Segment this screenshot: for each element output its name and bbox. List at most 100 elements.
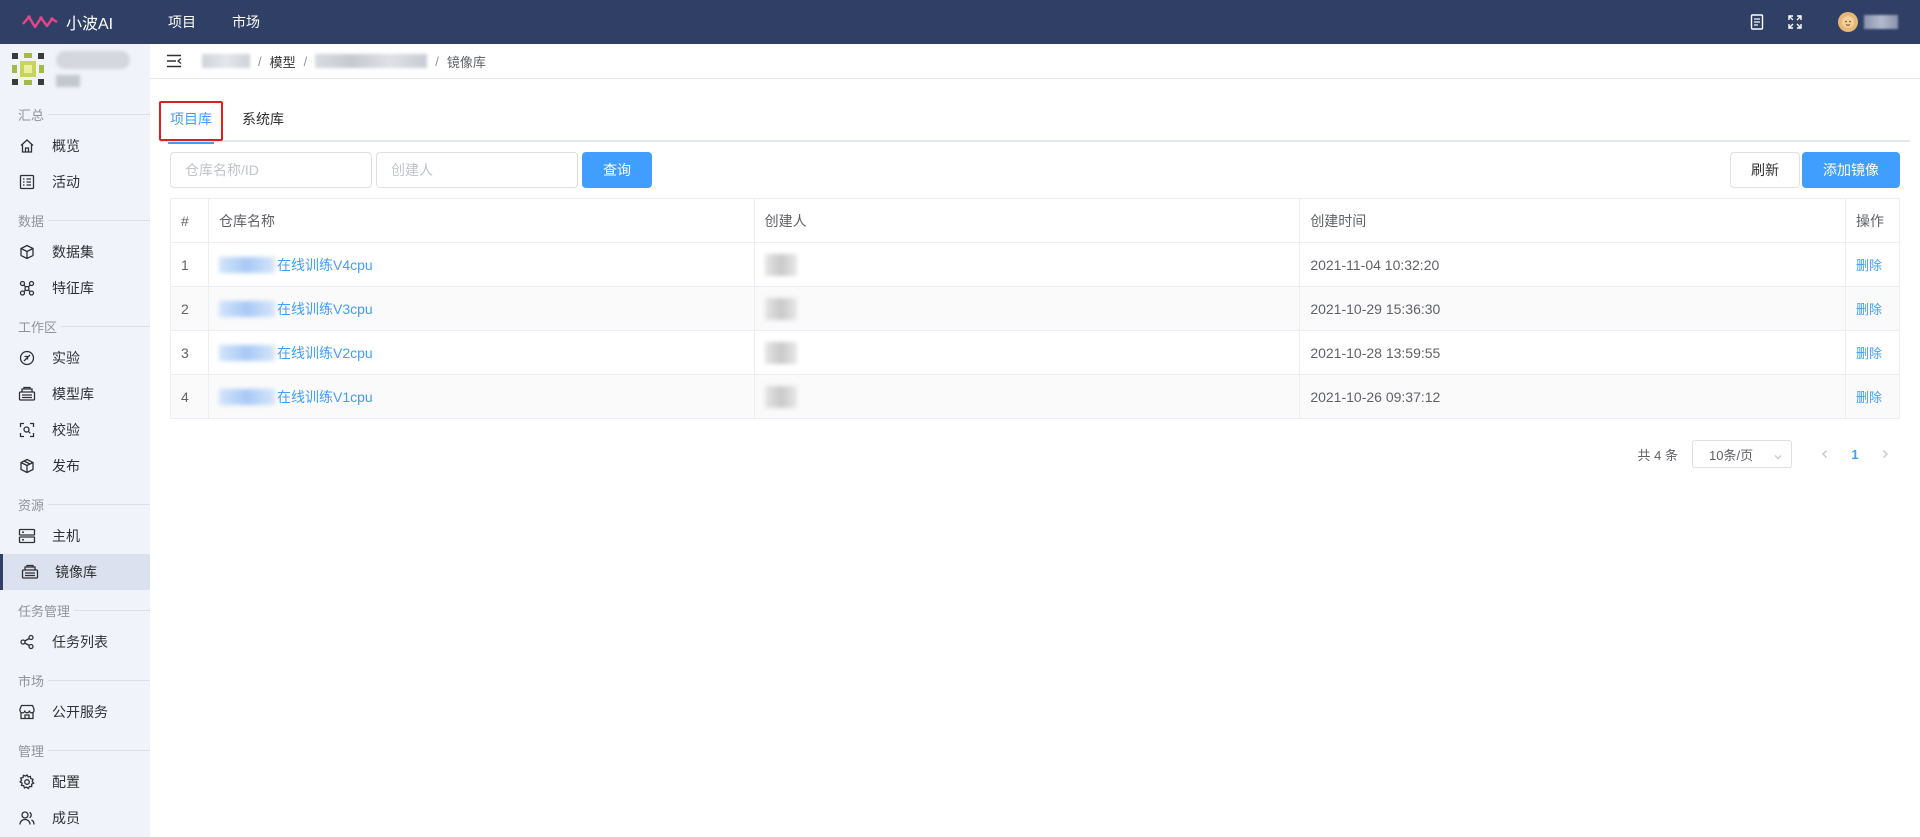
sidebar-item-validation[interactable]: 校验 (0, 412, 150, 448)
toolbar: 查询 刷新 添加镜像 (170, 152, 1900, 188)
project-header[interactable] (0, 44, 150, 94)
document-icon[interactable] (1748, 13, 1766, 31)
breadcrumb-project-redacted[interactable] (202, 54, 250, 68)
breadcrumb-item-redacted[interactable] (315, 54, 428, 68)
sidebar-item-label: 实验 (52, 350, 80, 366)
breadcrumb-model[interactable]: 模型 (270, 52, 296, 71)
sidebar-item-label: 数据集 (52, 244, 94, 260)
tab-system-repo[interactable]: 系统库 (242, 104, 284, 142)
row-index: 1 (170, 242, 209, 287)
sidebar-item-model-repo[interactable]: 模型库 (0, 376, 150, 412)
user-name-redacted[interactable] (1864, 15, 1898, 29)
sidebar-item-overview[interactable]: 概览 (0, 128, 150, 164)
server-icon (18, 527, 36, 545)
sidebar-item-label: 校验 (52, 422, 80, 438)
prev-page-button[interactable] (1810, 440, 1840, 468)
section-summary: 汇总 (0, 94, 150, 128)
created-time: 2021-10-26 09:37:12 (1299, 374, 1846, 419)
sidebar-item-label: 配置 (52, 774, 80, 790)
refresh-button[interactable]: 刷新 (1730, 152, 1800, 188)
delete-link[interactable]: 删除 (1856, 346, 1882, 361)
repo-prefix-redacted (218, 256, 275, 273)
sidebar-item-members[interactable]: 成员 (0, 800, 150, 836)
section-task-management: 任务管理 (0, 590, 150, 624)
home-icon (18, 137, 36, 155)
sidebar-item-hosts[interactable]: 主机 (0, 518, 150, 554)
repo-name-link[interactable]: 在线训练V4cpu (277, 255, 373, 275)
activity-icon (18, 173, 36, 191)
app-logo[interactable]: 小波AI (22, 10, 132, 34)
image-repo-icon (21, 563, 39, 581)
project-name-redacted (56, 51, 130, 87)
tab-project-repo[interactable]: 项目库 (168, 104, 214, 144)
cube-icon (18, 243, 36, 261)
table-header-row: # 仓库名称 创建人 创建时间 操作 (170, 198, 1901, 243)
sidebar-item-feature-store[interactable]: 特征库 (0, 270, 150, 306)
breadcrumb-bar: / 模型 / / 镜像库 (150, 44, 1920, 79)
sidebar-item-label: 成员 (52, 810, 80, 826)
row-index: 2 (170, 286, 209, 331)
sidebar-item-image-repo[interactable]: 镜像库 (0, 554, 150, 590)
repo-name-link[interactable]: 在线训练V3cpu (277, 299, 373, 319)
creator-redacted (764, 253, 797, 276)
sidebar-item-task-list[interactable]: 任务列表 (0, 624, 150, 660)
row-index: 4 (170, 374, 209, 419)
col-actions: 操作 (1844, 198, 1901, 243)
project-avatar (8, 49, 48, 89)
col-index: # (170, 198, 209, 243)
creator-redacted (764, 341, 797, 364)
creator-redacted (764, 385, 797, 408)
gear-icon (18, 773, 36, 791)
sidebar-item-label: 模型库 (52, 386, 94, 402)
sidebar-item-settings[interactable]: 配置 (0, 764, 150, 800)
sidebar-item-publish[interactable]: 发布 (0, 448, 150, 484)
breadcrumb-current: 镜像库 (446, 54, 486, 70)
fullscreen-icon[interactable] (1786, 13, 1804, 31)
section-management: 管理 (0, 730, 150, 764)
repo-name-link[interactable]: 在线训练V1cpu (277, 387, 373, 407)
col-creator: 创建人 (753, 198, 1301, 243)
sidebar-item-activity[interactable]: 活动 (0, 164, 150, 200)
sidebar-item-datasets[interactable]: 数据集 (0, 234, 150, 270)
sidebar-item-label: 概览 (52, 138, 80, 154)
query-button[interactable]: 查询 (582, 152, 652, 188)
add-image-button[interactable]: 添加镜像 (1802, 152, 1900, 188)
next-page-button[interactable] (1870, 440, 1900, 468)
menu-collapse-icon[interactable] (166, 52, 184, 70)
sidebar-item-experiments[interactable]: 实验 (0, 340, 150, 376)
app-name: 小波AI (66, 16, 114, 33)
sidebar-item-public-services[interactable]: 公开服务 (0, 694, 150, 730)
repo-name-link[interactable]: 在线训练V2cpu (277, 343, 373, 363)
top-bar: 小波AI 项目 市场 (0, 0, 1920, 44)
share-icon (18, 633, 36, 651)
nav-project[interactable]: 项目 (168, 12, 196, 32)
table-row: 3 在线训练V2cpu 2021-10-28 13:59:55 删除 (170, 330, 1901, 375)
sidebar-item-label: 公开服务 (52, 704, 108, 720)
section-data: 数据 (0, 200, 150, 234)
user-avatar[interactable] (1838, 12, 1858, 32)
users-icon (18, 809, 36, 827)
nav-market[interactable]: 市场 (232, 12, 260, 32)
col-repo-name: 仓库名称 (207, 198, 755, 243)
sidebar-item-label: 主机 (52, 528, 80, 544)
experiment-icon (18, 349, 36, 367)
section-market: 市场 (0, 660, 150, 694)
delete-link[interactable]: 删除 (1856, 390, 1882, 405)
breadcrumb: / 模型 / / 镜像库 (202, 52, 486, 71)
creator-input[interactable] (376, 152, 578, 188)
chevron-down-icon (1773, 450, 1783, 465)
search-input[interactable] (170, 152, 372, 188)
delete-link[interactable]: 删除 (1856, 302, 1882, 317)
sidebar-item-label: 发布 (52, 458, 80, 474)
repo-tabs: 项目库 系统库 (160, 104, 1910, 144)
sidebar-item-label: 任务列表 (52, 634, 108, 650)
image-repo-table: # 仓库名称 创建人 创建时间 操作 1 在线训练V4cpu 2021-11-0… (170, 198, 1901, 419)
total-count: 共 4 条 (1637, 447, 1678, 463)
repo-prefix-redacted (218, 344, 275, 361)
delete-link[interactable]: 删除 (1856, 258, 1882, 273)
page-size-select[interactable]: 10条/页 (1692, 440, 1792, 468)
row-index: 3 (170, 330, 209, 375)
page-number-current[interactable]: 1 (1840, 440, 1870, 468)
nodes-icon (18, 279, 36, 297)
main-content: / 模型 / / 镜像库 项目库 系统库 查询 刷新 添加镜像 # 仓库名称 创… (150, 44, 1920, 837)
